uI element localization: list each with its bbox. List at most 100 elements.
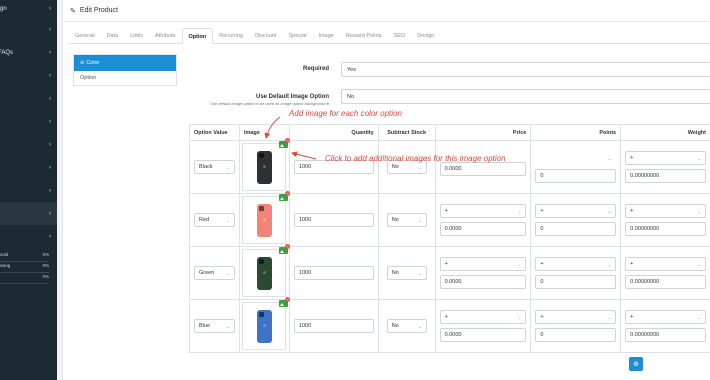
- chevron-down-icon: ⌄: [607, 208, 612, 214]
- option-value-select[interactable]: Black ⌄: [194, 160, 235, 174]
- camera-cutout: [258, 152, 264, 158]
- remove-option-icon[interactable]: ⊖: [80, 60, 84, 66]
- tab-special[interactable]: Special: [283, 28, 313, 43]
- sidebar-item[interactable]: ns›: [0, 87, 57, 110]
- price-input[interactable]: 0.0000: [439, 162, 527, 176]
- sidebar-item[interactable]: ›: [0, 64, 57, 87]
- points-input[interactable]: 0: [535, 222, 617, 236]
- weight-input[interactable]: 0.00000000: [625, 169, 706, 183]
- option-value-select[interactable]: Red ⌄: [194, 213, 235, 227]
- points-prefix-select[interactable]: + ⌄: [535, 257, 617, 271]
- progress-label: ssing: [0, 263, 11, 268]
- weight-prefix-value: +: [630, 155, 634, 161]
- default-image-select[interactable]: No: [341, 89, 710, 104]
- chevron-down-icon: ⌄: [607, 261, 612, 267]
- price-prefix-select[interactable]: + ⌄: [439, 257, 527, 271]
- points-input[interactable]: 0: [535, 328, 617, 342]
- option-value-select[interactable]: Blue ⌄: [194, 319, 235, 333]
- weight-input[interactable]: 0.00000000: [625, 222, 706, 236]
- price-prefix-select[interactable]: + ⌄: [439, 204, 527, 218]
- price-input[interactable]: 0.0000: [439, 328, 527, 342]
- mountain-glyph: [280, 250, 285, 253]
- points-input[interactable]: 0: [535, 169, 617, 183]
- option-image[interactable]: +: [242, 297, 291, 350]
- tab-recurring[interactable]: Recurring: [213, 28, 249, 43]
- tab-discount[interactable]: Discount: [249, 28, 282, 43]
- price-input[interactable]: 0.0000: [439, 222, 527, 236]
- chevron-down-icon: ⌄: [697, 261, 701, 267]
- price-input[interactable]: 0.0000: [439, 275, 527, 289]
- option-item-color[interactable]: ⊖ Color: [74, 55, 176, 71]
- weight-prefix-select[interactable]: + ⌄: [625, 257, 706, 271]
- quantity-input[interactable]: 1000: [293, 266, 374, 280]
- chevron-right-icon: ›: [49, 49, 51, 56]
- points-prefix-value: +: [540, 208, 544, 214]
- option-image[interactable]: +: [242, 138, 291, 191]
- progress-row: ssing 0%: [0, 262, 53, 273]
- add-image-icon[interactable]: +: [279, 191, 291, 201]
- sidebar-item[interactable]: ›: [0, 225, 57, 248]
- option-image[interactable]: +: [242, 191, 291, 244]
- sidebar-item[interactable]: ›: [0, 110, 57, 133]
- mountain-glyph: [280, 303, 285, 306]
- table-row: Red ⌄ +1000 No ⌄ + ⌄ 0.0000 + ⌄ 0 + ⌄ 0.00000000: [189, 191, 710, 247]
- chevron-right-icon: ›: [49, 72, 51, 79]
- table-row: Green ⌄ +1000 No ⌄ + ⌄ 0.0000 + ⌄ 0 + ⌄ 0.00000000: [189, 244, 710, 300]
- price-prefix-value: +: [444, 208, 448, 214]
- quantity-input[interactable]: 1000: [293, 319, 374, 333]
- subtract-stock-select[interactable]: No ⌄: [386, 319, 427, 333]
- phone-case-image: [256, 150, 272, 184]
- chevron-down-icon: ⌄: [226, 323, 230, 329]
- add-option-value-button[interactable]: ⊕: [629, 357, 643, 371]
- tab-reward-points[interactable]: Reward Points: [340, 28, 388, 43]
- sidebar-item[interactable]: ›: [0, 18, 57, 41]
- sidebar-item[interactable]: ›: [0, 202, 57, 225]
- tab-attribute[interactable]: Attribute: [149, 28, 181, 43]
- subtract-stock-select[interactable]: No ⌄: [386, 266, 427, 280]
- points-input[interactable]: 0: [535, 275, 617, 289]
- weight-input[interactable]: 0.00000000: [625, 328, 706, 342]
- weight-prefix-select[interactable]: + ⌄: [625, 310, 706, 324]
- add-image-icon[interactable]: +: [279, 244, 291, 254]
- weight-prefix-select[interactable]: + ⌄: [625, 151, 706, 165]
- points-prefix-select[interactable]: ⌄: [535, 151, 617, 165]
- sidebar-item[interactable]: g›: [0, 179, 57, 202]
- chevron-right-icon: ›: [49, 118, 51, 125]
- tab-general[interactable]: General: [69, 28, 101, 43]
- info-icon: ●: [326, 101, 329, 106]
- weight-prefix-select[interactable]: + ⌄: [625, 204, 706, 218]
- tab-seo[interactable]: SEO: [388, 28, 412, 43]
- option-value-select[interactable]: Green ⌄: [194, 266, 235, 280]
- required-label: Required: [302, 66, 329, 72]
- sidebar-item[interactable]: Design ›: [0, 0, 57, 18]
- sidebar-item[interactable]: rs›: [0, 156, 57, 179]
- price-prefix-value: +: [444, 261, 448, 267]
- sidebar-item[interactable]: ›: [0, 133, 57, 156]
- chevron-down-icon: ⌄: [607, 155, 612, 161]
- points-prefix-select[interactable]: + ⌄: [535, 310, 617, 324]
- tab-design[interactable]: Design: [411, 28, 440, 43]
- sidebar-item[interactable]: ate FAQs ›: [0, 41, 57, 64]
- required-select[interactable]: Yes: [341, 62, 710, 77]
- subtract-stock-select[interactable]: No ⌄: [386, 213, 427, 227]
- chevron-right-icon: ›: [49, 6, 51, 12]
- add-image-icon[interactable]: +: [279, 297, 291, 307]
- phone-case-image: [256, 309, 272, 343]
- option-item-add[interactable]: Option: [74, 71, 176, 85]
- tab-data[interactable]: Data: [101, 28, 125, 43]
- subtract-stock-value: No: [391, 270, 399, 276]
- annotation-additional-images: Click to add additional images for this …: [325, 154, 506, 163]
- weight-input[interactable]: 0.00000000: [625, 275, 706, 289]
- price-prefix-select[interactable]: + ⌄: [439, 310, 527, 324]
- points-prefix-select[interactable]: + ⌄: [535, 204, 617, 218]
- tab-links[interactable]: Links: [124, 28, 149, 43]
- add-image-icon[interactable]: +: [279, 138, 291, 148]
- option-image[interactable]: +: [242, 244, 291, 297]
- quantity-input[interactable]: 1000: [293, 213, 374, 227]
- tab-option[interactable]: Option: [181, 28, 214, 44]
- chevron-down-icon: ⌄: [418, 323, 422, 329]
- tab-image[interactable]: Image: [313, 28, 340, 43]
- chevron-down-icon: ⌄: [518, 261, 522, 267]
- phone-case-image: [256, 256, 272, 290]
- sidebar-progress: sold 0% ssing 0% 0%: [0, 251, 57, 284]
